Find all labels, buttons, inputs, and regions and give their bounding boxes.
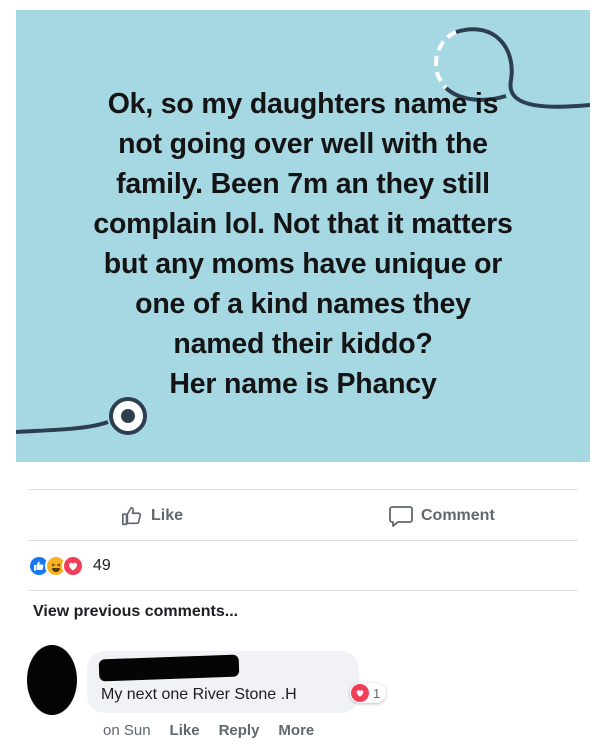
redacted-name [98, 654, 240, 682]
comment-bubble: My next one River Stone .H [87, 651, 359, 713]
divider [28, 489, 578, 490]
comment-time[interactable]: on Sun [103, 722, 151, 739]
divider [28, 590, 578, 591]
comment-label: Comment [421, 507, 495, 524]
comment-like-link[interactable]: Like [170, 722, 200, 739]
love-icon [62, 555, 84, 577]
like-button[interactable]: Like [121, 503, 183, 529]
avatar[interactable] [27, 645, 77, 715]
reactions-summary[interactable]: 49 [28, 553, 111, 579]
comment-more-link[interactable]: More [278, 722, 314, 739]
comment-text: My next one River Stone .H [101, 686, 297, 703]
comment-reply-link[interactable]: Reply [219, 722, 260, 739]
comment-icon [389, 505, 413, 527]
comment-button[interactable]: Comment [389, 503, 495, 529]
like-label: Like [151, 507, 184, 524]
comment-reaction-count: 1 [373, 685, 381, 701]
comment-reaction-badge[interactable]: 1 [350, 683, 387, 703]
comment-meta: on Sun Like Reply More [103, 722, 314, 739]
view-previous-comments-link[interactable]: View previous comments... [33, 603, 238, 621]
post-text: Ok, so my daughters name is not going ov… [93, 88, 513, 400]
thumbs-up-icon [121, 505, 143, 527]
post-image[interactable]: Ok, so my daughters name is not going ov… [16, 10, 590, 462]
love-icon [351, 684, 369, 702]
reaction-count: 49 [93, 557, 111, 574]
divider [28, 540, 578, 541]
